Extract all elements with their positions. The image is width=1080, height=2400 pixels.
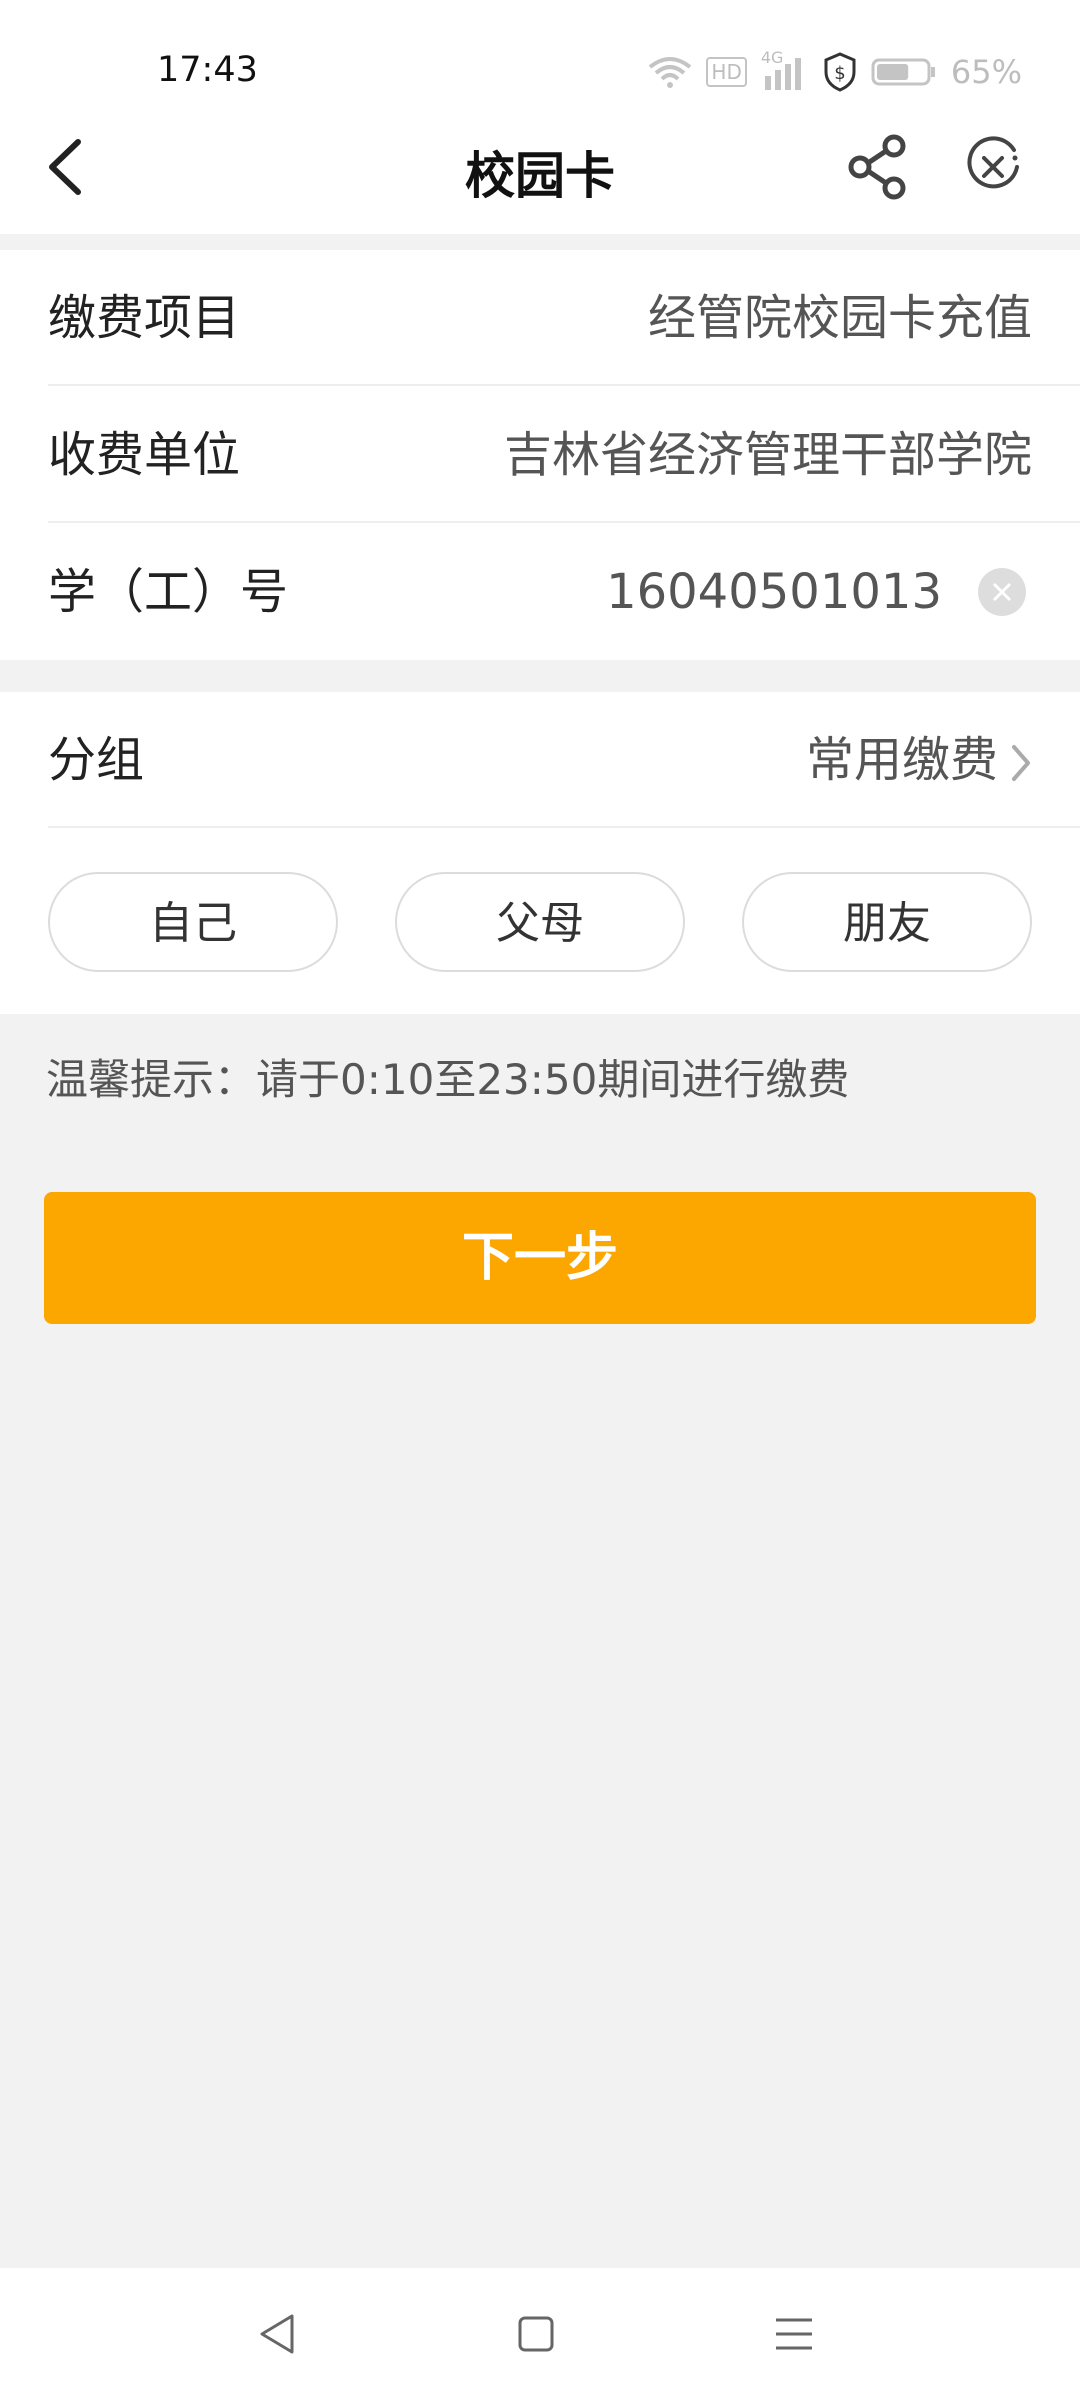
payee-value: 吉林省经济管理干部学院 (503, 427, 1032, 483)
share-icon (848, 134, 906, 200)
payment-details-card: 缴费项目 经管院校园卡充值 收费单位 吉林省经济管理干部学院 学（工）号 160… (0, 250, 1080, 660)
chevron-right-icon (1012, 745, 1030, 781)
signal-icon: 4G (761, 48, 809, 92)
close-circle-icon (967, 136, 1019, 189)
payee-label: 收费单位 (48, 427, 241, 483)
nav-back-button[interactable] (254, 2310, 302, 2358)
shield-dollar-icon: $ (824, 52, 856, 92)
group-value-wrap: 常用缴费 (806, 692, 1032, 828)
group-row[interactable]: 分组 常用缴费 (48, 692, 1080, 828)
hd-badge: HD (706, 57, 747, 87)
app-header: 校园卡 (0, 100, 1080, 234)
clear-icon (978, 568, 1026, 616)
system-nav-bar (0, 2268, 1080, 2400)
svg-text:$: $ (834, 63, 845, 84)
status-icons: HD 4G $ 65% (648, 48, 1022, 94)
chip-friends[interactable]: 朋友 (742, 872, 1032, 972)
payment-item-row: 缴费项目 经管院校园卡充值 (48, 250, 1080, 386)
page-title: 校园卡 (465, 147, 615, 205)
nav-home-button[interactable] (512, 2310, 560, 2358)
payee-row: 收费单位 吉林省经济管理干部学院 (48, 387, 1080, 523)
square-home-icon (518, 2316, 554, 2352)
battery-percent: 65% (950, 53, 1022, 91)
clear-input-button[interactable] (978, 568, 1026, 616)
payment-item-value: 经管院校园卡充值 (647, 290, 1032, 346)
nav-menu-button[interactable] (770, 2310, 818, 2358)
group-chips: 自己 父母 朋友 (48, 872, 1032, 974)
student-id-label: 学（工）号 (48, 564, 289, 620)
group-card: 分组 常用缴费 自己 父母 朋友 (0, 692, 1080, 1014)
chip-parents[interactable]: 父母 (395, 872, 685, 972)
group-value: 常用缴费 (805, 732, 998, 788)
battery-icon (871, 58, 935, 86)
chip-self[interactable]: 自己 (48, 872, 338, 972)
status-time: 17:43 (157, 50, 258, 90)
student-id-row: 学（工）号 16040501013 (48, 524, 1080, 660)
share-button[interactable] (846, 134, 912, 200)
menu-icon (776, 2318, 812, 2350)
group-label: 分组 (48, 732, 145, 788)
student-id-field[interactable]: 16040501013 (606, 524, 942, 660)
warm-tip: 温馨提示：请于0:10至23:50期间进行缴费 (46, 1055, 850, 1104)
next-step-button[interactable]: 下一步 (44, 1192, 1036, 1324)
payment-item-label: 缴费项目 (48, 290, 241, 346)
close-button[interactable] (962, 136, 1024, 198)
wifi-icon (649, 57, 692, 88)
triangle-back-icon (260, 2314, 294, 2354)
